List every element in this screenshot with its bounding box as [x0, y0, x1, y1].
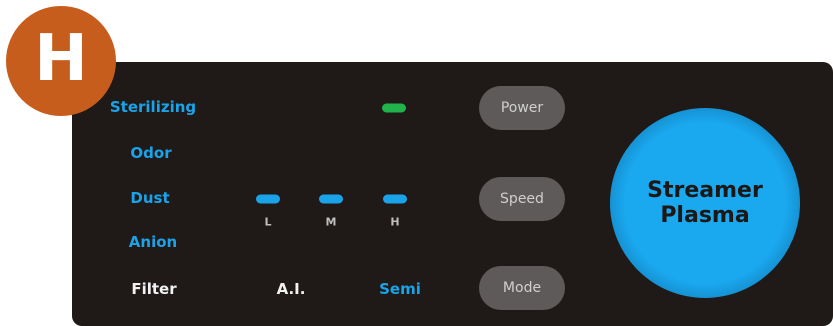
sterilizing-status-led	[382, 103, 406, 113]
sterilizing-indicator-label: Sterilizing	[109, 98, 197, 116]
speed-level-medium-label: M	[325, 215, 337, 229]
power-button[interactable]: Power	[479, 86, 565, 130]
speed-led-low	[256, 194, 280, 204]
filter-indicator-label: Filter	[131, 280, 177, 298]
speed-button-label: Speed	[500, 191, 544, 207]
speed-level-high-label: H	[390, 215, 400, 229]
ai-mode-label: A.I.	[276, 280, 306, 298]
anion-indicator-label: Anion	[128, 233, 178, 251]
plasma-label-line1: Streamer	[647, 178, 763, 203]
mode-button-label: Mode	[502, 280, 542, 296]
semi-mode-label: Semi	[379, 280, 421, 298]
mode-button[interactable]: Mode	[479, 266, 565, 310]
dust-indicator-label: Dust	[130, 189, 170, 207]
speed-led-medium	[319, 194, 343, 204]
badge-letter: H	[34, 22, 88, 96]
odor-indicator-label: Odor	[130, 144, 172, 162]
speed-button[interactable]: Speed	[479, 177, 565, 221]
speed-led-high	[383, 194, 407, 204]
power-button-label: Power	[500, 100, 544, 116]
speed-level-low-label: L	[264, 215, 272, 229]
streamer-plasma-button[interactable]: Streamer Plasma	[610, 108, 800, 298]
panel-letter-badge: H	[6, 6, 116, 116]
plasma-label-line2: Plasma	[660, 203, 750, 228]
